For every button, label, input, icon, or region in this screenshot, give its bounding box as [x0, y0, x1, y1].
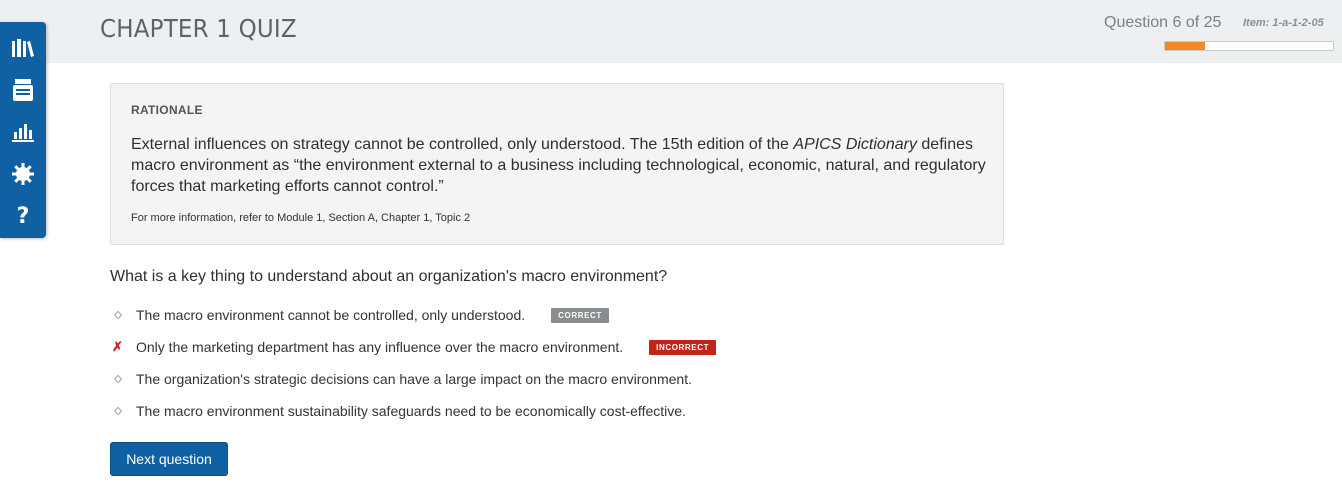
incorrect-x-icon: ✗ [112, 339, 123, 354]
answer-option-text: The macro environment sustainability saf… [136, 403, 686, 419]
item-id: Item: 1-a-1-2-05 [1243, 17, 1324, 29]
answer-option[interactable]: ✗ Only the marketing department has any … [110, 337, 717, 357]
bullet-icon [110, 406, 136, 416]
next-question-button[interactable]: Next question [110, 442, 228, 476]
help-icon[interactable]: ? [0, 200, 46, 232]
progress-fill [1165, 42, 1206, 50]
answer-option[interactable]: The macro environment sustainability saf… [110, 401, 686, 421]
answer-option[interactable]: The macro environment cannot be controll… [110, 305, 609, 325]
page-title: CHAPTER 1 QUIZ [100, 14, 297, 43]
bullet-icon [110, 374, 136, 384]
rationale-panel: RATIONALE External influences on strateg… [110, 83, 1004, 245]
question-text: What is a key thing to understand about … [110, 268, 668, 285]
rationale-reference: For more information, refer to Module 1,… [131, 212, 471, 224]
stats-icon[interactable] [0, 116, 46, 148]
bullet-icon [110, 310, 136, 320]
progress-bar [1164, 41, 1334, 51]
answer-option-text: Only the marketing department has any in… [136, 339, 624, 355]
rationale-text: External influences on strategy cannot b… [131, 134, 991, 197]
rationale-text-part: External influences on strategy cannot b… [131, 136, 794, 153]
library-icon[interactable] [0, 32, 46, 64]
answer-option-text: The organization's strategic decisions c… [136, 371, 692, 387]
correct-badge: CORRECT [551, 307, 609, 323]
answer-option[interactable]: The organization's strategic decisions c… [110, 369, 692, 389]
rationale-heading: RATIONALE [131, 103, 203, 117]
settings-icon[interactable] [0, 158, 46, 190]
incorrect-badge: INCORRECT [649, 339, 717, 355]
flashcards-icon[interactable] [0, 74, 46, 106]
sidebar: ? [0, 22, 46, 238]
rationale-dictionary-title: APICS Dictionary [793, 136, 917, 153]
question-counter: Question 6 of 25 [1104, 14, 1222, 31]
answer-option-text: The macro environment cannot be controll… [136, 307, 526, 323]
